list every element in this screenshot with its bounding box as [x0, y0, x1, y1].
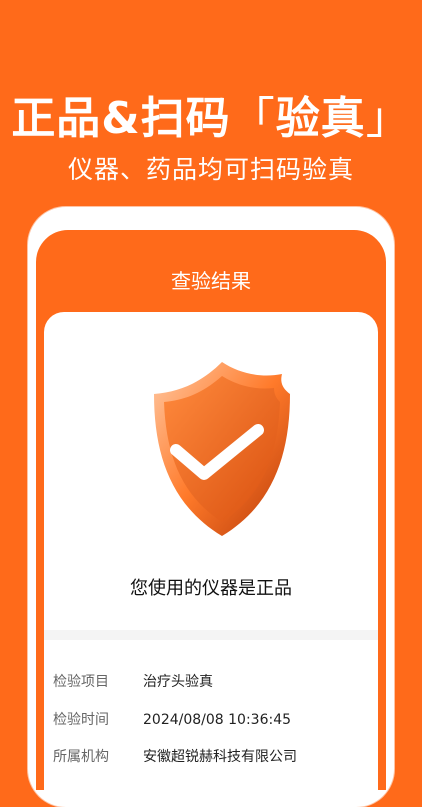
promo-headline: 正品&扫码「验真」	[0, 82, 422, 146]
info-value: 安徽超锐赫科技有限公司	[143, 749, 297, 765]
section-divider	[44, 630, 378, 640]
info-row-time: 检验时间 2024/08/08 10:36:45	[53, 709, 373, 729]
info-value: 治疗头验真	[143, 674, 213, 690]
shield-check-icon	[154, 362, 290, 536]
info-row-org: 所属机构 安徽超锐赫科技有限公司	[53, 746, 373, 766]
headline-bracket-open: 「	[230, 93, 276, 144]
info-value: 2024/08/08 10:36:45	[143, 712, 292, 728]
info-row-item: 检验项目 治疗头验真	[53, 671, 373, 691]
result-card: 您使用的仪器是正品 检验项目 治疗头验真 检验时间 2024/08/08 10:36…	[44, 312, 378, 790]
headline-main: 正品&扫码	[11, 93, 231, 144]
headline-highlight: 验真	[275, 93, 366, 144]
result-text: 您使用的仪器是正品	[130, 578, 292, 599]
info-label: 检验项目	[53, 674, 109, 690]
promo-subheadline: 仪器、药品均可扫码验真	[67, 155, 354, 184]
screen-title: 查验结果	[171, 269, 251, 293]
info-label: 检验时间	[53, 712, 109, 728]
phone-screen: 查验结果 您使用的仪器是正品 检验项目 治疗头验真 检验时间 2024/08/0…	[36, 230, 386, 790]
info-label: 所属机构	[53, 749, 109, 765]
headline-bracket-close: 」	[365, 93, 411, 144]
